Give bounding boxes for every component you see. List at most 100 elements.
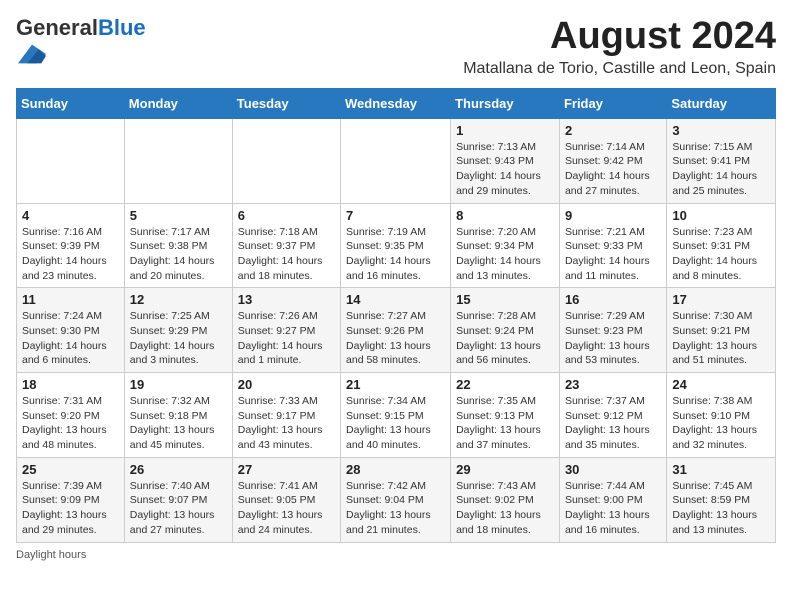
calendar-cell	[17, 118, 125, 203]
day-number: 16	[565, 292, 661, 307]
calendar-cell: 22 Sunrise: 7:35 AMSunset: 9:13 PMDayligh…	[451, 373, 560, 458]
day-info: Sunrise: 7:24 AMSunset: 9:30 PMDaylight:…	[22, 309, 119, 368]
day-number: 4	[22, 208, 119, 223]
calendar-cell: 9 Sunrise: 7:21 AMSunset: 9:33 PMDaylight…	[559, 203, 666, 288]
day-info: Sunrise: 7:20 AMSunset: 9:34 PMDaylight:…	[456, 225, 554, 284]
day-number: 11	[22, 292, 119, 307]
day-number: 22	[456, 377, 554, 392]
day-info: Sunrise: 7:35 AMSunset: 9:13 PMDaylight:…	[456, 394, 554, 453]
day-info: Sunrise: 7:19 AMSunset: 9:35 PMDaylight:…	[346, 225, 445, 284]
location-title: Matallana de Torio, Castille and Leon, S…	[463, 60, 776, 78]
day-info: Sunrise: 7:13 AMSunset: 9:43 PMDaylight:…	[456, 140, 554, 199]
day-number: 18	[22, 377, 119, 392]
day-number: 10	[672, 208, 770, 223]
logo: GeneralBlue	[16, 16, 146, 73]
day-info: Sunrise: 7:39 AMSunset: 9:09 PMDaylight:…	[22, 479, 119, 538]
weekday-header-monday: Monday	[124, 88, 232, 118]
day-info: Sunrise: 7:37 AMSunset: 9:12 PMDaylight:…	[565, 394, 661, 453]
day-info: Sunrise: 7:38 AMSunset: 9:10 PMDaylight:…	[672, 394, 770, 453]
calendar-cell: 2 Sunrise: 7:14 AMSunset: 9:42 PMDaylight…	[559, 118, 666, 203]
calendar-cell: 10 Sunrise: 7:23 AMSunset: 9:31 PMDayligh…	[667, 203, 776, 288]
calendar-cell: 7 Sunrise: 7:19 AMSunset: 9:35 PMDaylight…	[341, 203, 451, 288]
calendar-cell	[341, 118, 451, 203]
day-info: Sunrise: 7:41 AMSunset: 9:05 PMDaylight:…	[238, 479, 335, 538]
calendar-cell: 16 Sunrise: 7:29 AMSunset: 9:23 PMDayligh…	[559, 288, 666, 373]
calendar-cell: 11 Sunrise: 7:24 AMSunset: 9:30 PMDayligh…	[17, 288, 125, 373]
day-number: 25	[22, 462, 119, 477]
day-info: Sunrise: 7:21 AMSunset: 9:33 PMDaylight:…	[565, 225, 661, 284]
logo-general: General	[16, 15, 98, 40]
header: GeneralBlue August 2024 Matallana de Tor…	[16, 16, 776, 78]
calendar-cell: 15 Sunrise: 7:28 AMSunset: 9:24 PMDayligh…	[451, 288, 560, 373]
weekday-header-friday: Friday	[559, 88, 666, 118]
day-number: 27	[238, 462, 335, 477]
day-info: Sunrise: 7:27 AMSunset: 9:26 PMDaylight:…	[346, 309, 445, 368]
calendar-cell: 29Sunrise: 7:43 AMSunset: 9:02 PMDayligh…	[451, 457, 560, 542]
calendar-cell: 12 Sunrise: 7:25 AMSunset: 9:29 PMDayligh…	[124, 288, 232, 373]
day-number: 9	[565, 208, 661, 223]
day-info: Sunrise: 7:26 AMSunset: 9:27 PMDaylight:…	[238, 309, 335, 368]
weekday-header-saturday: Saturday	[667, 88, 776, 118]
day-info: Sunrise: 7:25 AMSunset: 9:29 PMDaylight:…	[130, 309, 227, 368]
weekday-header-thursday: Thursday	[451, 88, 560, 118]
calendar-week-row: 25 Sunrise: 7:39 AMSunset: 9:09 PMDayligh…	[17, 457, 776, 542]
daylight-label: Daylight hours	[16, 549, 86, 561]
day-number: 23	[565, 377, 661, 392]
day-number: 6	[238, 208, 335, 223]
day-info: Sunrise: 7:23 AMSunset: 9:31 PMDaylight:…	[672, 225, 770, 284]
calendar-cell: 1 Sunrise: 7:13 AMSunset: 9:43 PMDaylight…	[451, 118, 560, 203]
day-number: 14	[346, 292, 445, 307]
calendar-cell	[124, 118, 232, 203]
weekday-header-wednesday: Wednesday	[341, 88, 451, 118]
day-number: 3	[672, 123, 770, 138]
calendar-cell: 3Sunrise: 7:15 AMSunset: 9:41 PMDaylight…	[667, 118, 776, 203]
footer-note: Daylight hours	[16, 549, 776, 561]
day-info: Sunrise: 7:17 AMSunset: 9:38 PMDaylight:…	[130, 225, 227, 284]
day-number: 28	[346, 462, 445, 477]
day-number: 21	[346, 377, 445, 392]
title-block: August 2024 Matallana de Torio, Castille…	[463, 16, 776, 78]
calendar-cell: 25 Sunrise: 7:39 AMSunset: 9:09 PMDayligh…	[17, 457, 125, 542]
weekday-header-row: SundayMondayTuesdayWednesdayThursdayFrid…	[17, 88, 776, 118]
day-number: 12	[130, 292, 227, 307]
day-number: 5	[130, 208, 227, 223]
day-number: 31	[672, 462, 770, 477]
calendar-cell: 20 Sunrise: 7:33 AMSunset: 9:17 PMDayligh…	[232, 373, 340, 458]
day-number: 1	[456, 123, 554, 138]
day-number: 15	[456, 292, 554, 307]
day-info: Sunrise: 7:14 AMSunset: 9:42 PMDaylight:…	[565, 140, 661, 199]
day-info: Sunrise: 7:40 AMSunset: 9:07 PMDaylight:…	[130, 479, 227, 538]
month-year-title: August 2024	[463, 16, 776, 58]
calendar-week-row: 4Sunrise: 7:16 AMSunset: 9:39 PMDaylight…	[17, 203, 776, 288]
calendar-cell	[232, 118, 340, 203]
calendar-cell: 23 Sunrise: 7:37 AMSunset: 9:12 PMDayligh…	[559, 373, 666, 458]
calendar-cell: 30Sunrise: 7:44 AMSunset: 9:00 PMDayligh…	[559, 457, 666, 542]
calendar-week-row: 11 Sunrise: 7:24 AMSunset: 9:30 PMDayligh…	[17, 288, 776, 373]
day-info: Sunrise: 7:45 AMSunset: 8:59 PMDaylight:…	[672, 479, 770, 538]
day-number: 7	[346, 208, 445, 223]
calendar-cell: 13 Sunrise: 7:26 AMSunset: 9:27 PMDayligh…	[232, 288, 340, 373]
day-info: Sunrise: 7:29 AMSunset: 9:23 PMDaylight:…	[565, 309, 661, 368]
calendar-week-row: 18Sunrise: 7:31 AMSunset: 9:20 PMDayligh…	[17, 373, 776, 458]
day-info: Sunrise: 7:28 AMSunset: 9:24 PMDaylight:…	[456, 309, 554, 368]
day-info: Sunrise: 7:32 AMSunset: 9:18 PMDaylight:…	[130, 394, 227, 453]
day-number: 19	[130, 377, 227, 392]
calendar-cell: 24Sunrise: 7:38 AMSunset: 9:10 PMDayligh…	[667, 373, 776, 458]
day-number: 20	[238, 377, 335, 392]
day-info: Sunrise: 7:42 AMSunset: 9:04 PMDaylight:…	[346, 479, 445, 538]
calendar-cell: 26 Sunrise: 7:40 AMSunset: 9:07 PMDayligh…	[124, 457, 232, 542]
day-info: Sunrise: 7:34 AMSunset: 9:15 PMDaylight:…	[346, 394, 445, 453]
day-number: 2	[565, 123, 661, 138]
calendar-cell: 28 Sunrise: 7:42 AMSunset: 9:04 PMDayligh…	[341, 457, 451, 542]
day-number: 29	[456, 462, 554, 477]
calendar-cell: 31 Sunrise: 7:45 AMSunset: 8:59 PMDayligh…	[667, 457, 776, 542]
day-number: 17	[672, 292, 770, 307]
day-number: 13	[238, 292, 335, 307]
calendar-cell: 8 Sunrise: 7:20 AMSunset: 9:34 PMDaylight…	[451, 203, 560, 288]
day-number: 8	[456, 208, 554, 223]
day-number: 26	[130, 462, 227, 477]
day-info: Sunrise: 7:33 AMSunset: 9:17 PMDaylight:…	[238, 394, 335, 453]
calendar-cell: 17Sunrise: 7:30 AMSunset: 9:21 PMDayligh…	[667, 288, 776, 373]
weekday-header-tuesday: Tuesday	[232, 88, 340, 118]
calendar-cell: 4Sunrise: 7:16 AMSunset: 9:39 PMDaylight…	[17, 203, 125, 288]
